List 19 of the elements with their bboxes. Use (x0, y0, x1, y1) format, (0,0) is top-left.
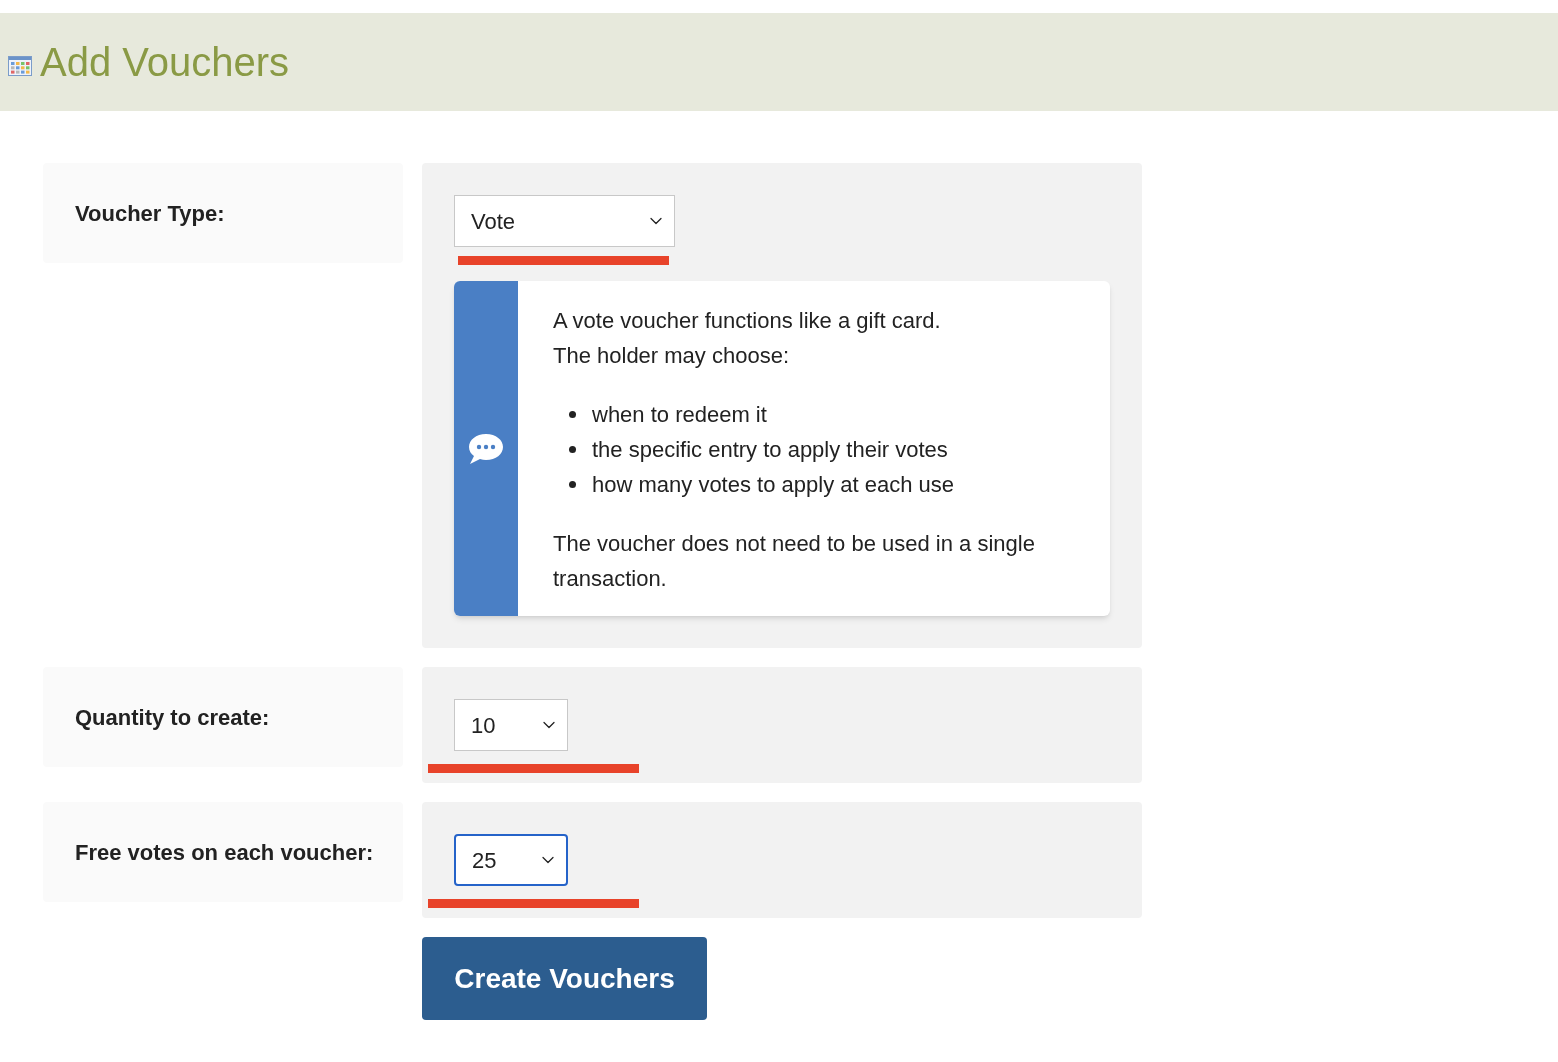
bullet-text: how many votes to apply at each use (592, 471, 954, 499)
field-label: Free votes on each voucher: (75, 838, 374, 867)
speech-bubble-icon (467, 431, 505, 466)
field-label: Voucher Type: (75, 199, 225, 228)
bullet-text: when to redeem it (592, 401, 767, 429)
dropdown[interactable]: 10 (454, 699, 568, 751)
bullet-icon (569, 446, 576, 453)
info-text: The voucher does not need to be used in a single transaction. (553, 530, 1036, 593)
info-text: The holder may choose: (553, 342, 791, 370)
bullet-icon (569, 481, 576, 488)
bullet-icon (569, 411, 576, 418)
dropdown[interactable]: 25 (454, 834, 568, 886)
page-title: Add Vouchers (40, 39, 290, 86)
info-text: A vote voucher functions like a gift card. (553, 307, 942, 335)
field-label: Quantity to create: (75, 703, 270, 732)
create-vouchers-button[interactable]: Create Vouchers (422, 937, 707, 1020)
bullet-text: the specific entry to apply their votes (592, 436, 948, 464)
dropdown[interactable]: Vote (454, 195, 675, 247)
calendar-icon (8, 56, 32, 76)
